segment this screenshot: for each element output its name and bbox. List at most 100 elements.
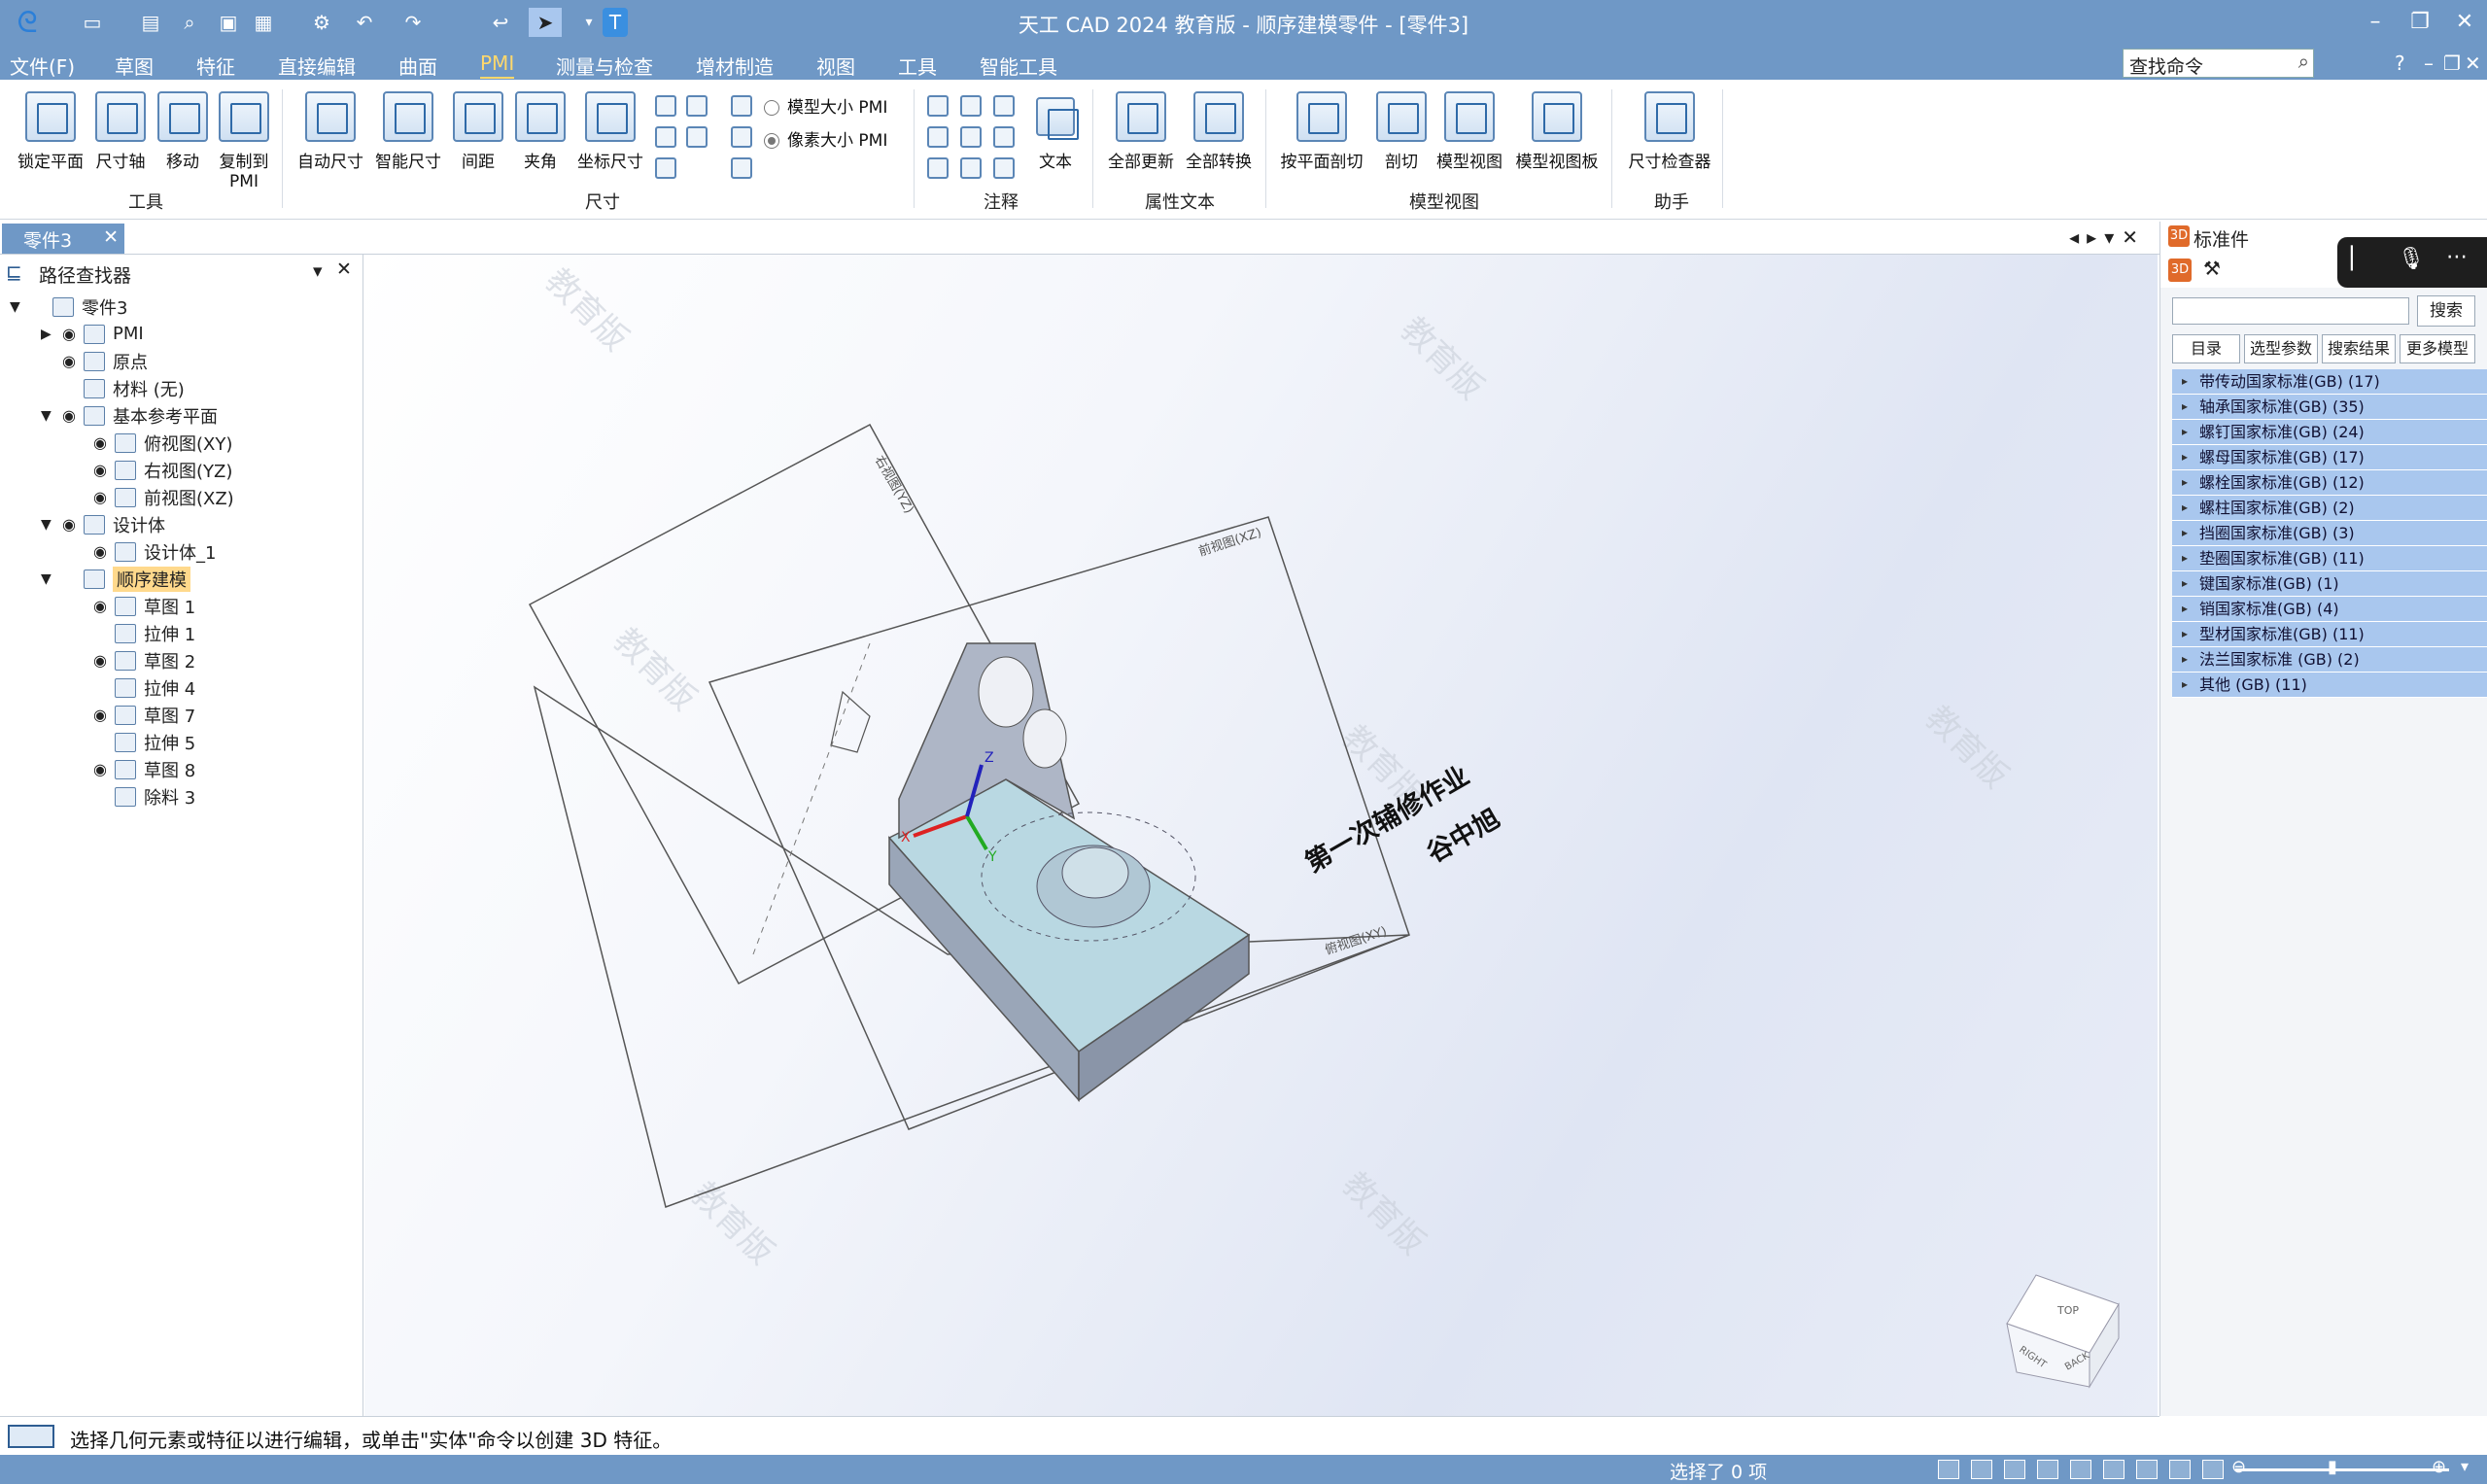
command-bar-icon[interactable] [8,1425,54,1448]
menu-view[interactable]: 视图 [816,52,855,80]
display-mode-icon[interactable] [2136,1460,2158,1479]
standard-part-category[interactable]: 螺栓国家标准(GB) (12) [2172,470,2487,496]
standard-parts-search-button[interactable]: 搜索 [2417,295,2475,327]
dim-tool-icon[interactable] [686,95,708,117]
standard-parts-search-input[interactable] [2172,297,2409,325]
pan-icon[interactable] [2070,1460,2091,1479]
visibility-eye-icon[interactable]: ◉ [58,325,80,343]
visibility-eye-icon[interactable]: ◉ [89,542,111,561]
ribbon-minimize-icon[interactable]: – [2424,52,2434,75]
expand-arrow-icon[interactable]: ▼ [10,299,27,315]
standard-part-category[interactable]: 键国家标准(GB) (1) [2172,571,2487,597]
tree-item[interactable]: 拉伸 5 [72,729,195,755]
standard-part-category[interactable]: 螺钉国家标准(GB) (24) [2172,420,2487,445]
section-by-plane-button[interactable]: 按平面剖切 [1275,91,1368,172]
close-button[interactable]: ✕ [2445,8,2484,37]
pmi-text-line2[interactable]: 谷中旭 [1422,804,1505,869]
panel-menu-icon[interactable]: ▾ [313,260,323,282]
visibility-eye-icon[interactable]: ◉ [89,706,111,724]
search-icon[interactable]: ⌕ [2298,50,2309,73]
upright-hole[interactable] [978,656,1034,728]
angle-button[interactable]: 夹角 [511,91,570,172]
menu-smart-tools[interactable]: 智能工具 [980,52,1057,80]
view-tool-icon[interactable] [1971,1460,1992,1479]
help-icon[interactable]: ? [2395,52,2405,75]
minimize-button[interactable]: – [2356,8,2395,37]
standard-part-category[interactable]: 挡圈国家标准(GB) (3) [2172,521,2487,546]
visibility-eye-icon[interactable]: ◉ [58,406,80,425]
rotate-icon[interactable] [2103,1460,2124,1479]
menu-pmi[interactable]: PMI [480,52,515,79]
tab-navigation[interactable]: ◂▸▾✕ [2069,225,2146,249]
tree-item[interactable]: ◉ 草图 1 [72,593,195,619]
zoom-slider-handle[interactable]: ▮ [2328,1457,2337,1477]
tree-item[interactable]: ▼ 零件3 [10,293,127,320]
expand-arrow-icon[interactable]: ▼ [41,408,58,424]
tree-item[interactable]: 拉伸 4 [72,674,195,701]
menu-tools[interactable]: 工具 [898,52,937,80]
tree-item[interactable]: ◉ 设计体_1 [72,538,216,565]
boss-hole[interactable] [1061,846,1129,899]
document-tab[interactable]: 零件3 ✕ [2,224,124,254]
tree-item[interactable]: ◉ 俯视图(XY) [72,430,232,456]
text-size-down-icon[interactable] [731,157,752,179]
menu-measure[interactable]: 测量与检查 [556,52,653,80]
move-button[interactable]: 移动 [154,91,212,172]
standard-part-category[interactable]: 其他 (GB) (11) [2172,673,2487,698]
tree-item[interactable]: ◉ 右视图(YZ) [72,457,232,483]
auto-dimension-button[interactable]: 自动尺寸 [294,91,367,172]
tree-item[interactable]: ▼ ◉ 基本参考平面 [41,402,218,429]
model-size-pmi-radio[interactable]: 模型大小 PMI [764,93,887,118]
menu-feature[interactable]: 特征 [196,52,235,80]
tree-item[interactable]: ◉ 原点 [41,348,148,374]
copy-to-pmi-button[interactable]: 复制到PMI [212,91,276,191]
fit-view-icon[interactable] [2037,1460,2058,1479]
annotation-tool-icon[interactable] [927,157,949,179]
dim-tool-icon[interactable] [686,126,708,148]
microphone-icon[interactable]: 🎙 [2398,247,2425,271]
menu-additive[interactable]: 增材制造 [696,52,774,80]
menu-sketch[interactable]: 草图 [115,52,154,80]
text-size-up-icon[interactable] [731,126,752,148]
command-search-input[interactable]: 查找命令 ⌕ [2123,49,2314,78]
tree-item[interactable]: 拉伸 1 [72,620,195,646]
hammer-icon[interactable]: ⚒ [2203,257,2221,280]
dimension-checker-button[interactable]: 尺寸检查器 [1623,91,1716,172]
annotation-tool-icon[interactable] [960,126,982,148]
pixel-size-pmi-radio[interactable]: 像素大小 PMI [764,126,887,151]
tab-selection-params[interactable]: 选型参数 [2244,334,2318,363]
visibility-eye-icon[interactable]: ◉ [89,760,111,778]
annotation-tool-icon[interactable] [993,157,1015,179]
dropdown-arrow-icon[interactable]: ▾ [2461,1457,2469,1475]
tree-item[interactable]: ▼ 顺序建模 [41,566,190,592]
tree-item[interactable]: ◉ 前视图(XZ) [72,484,234,510]
tree-item[interactable]: ▼ ◉ 设计体 [41,511,165,537]
tab-catalog[interactable]: 目录 [2172,334,2240,363]
convert-all-button[interactable]: 全部转换 [1182,91,1256,172]
tree-item[interactable]: 除料 3 [72,783,195,810]
menu-file[interactable]: 文件(F) [10,52,75,80]
text-cursor-icon[interactable]: ▏ [2351,247,2367,271]
standard-part-category[interactable]: 型材国家标准(GB) (11) [2172,622,2487,647]
color-icon[interactable] [2202,1460,2224,1479]
expand-arrow-icon[interactable]: ▶ [41,327,58,342]
ribbon-close-icon[interactable]: ✕ [2465,52,2481,75]
model-view-button[interactable]: 模型视图 [1431,91,1508,172]
tab-search-results[interactable]: 搜索结果 [2322,334,2396,363]
annotation-tool-icon[interactable] [960,157,982,179]
tab-more-models[interactable]: 更多模型 [2400,334,2475,363]
dim-tool-icon[interactable] [655,126,676,148]
standard-part-category[interactable]: 法兰国家标准 (GB) (2) [2172,647,2487,673]
visibility-eye-icon[interactable]: ◉ [89,461,111,479]
standard-part-category[interactable]: 垫圈国家标准(GB) (11) [2172,546,2487,571]
tree-item[interactable]: ◉ 草图 7 [72,702,195,728]
tree-item[interactable]: 材料 (无) [41,375,185,401]
text-button[interactable]: 文本 [1028,91,1083,172]
update-all-button[interactable]: 全部更新 [1104,91,1178,172]
tree-item[interactable]: ▶ ◉ PMI [41,321,144,347]
menu-surface[interactable]: 曲面 [398,52,437,80]
visibility-eye-icon[interactable]: ◉ [89,433,111,452]
spacing-button[interactable]: 间距 [449,91,507,172]
ribbon-restore-icon[interactable]: ❐ [2443,52,2461,75]
annotation-tool-icon[interactable] [927,95,949,117]
